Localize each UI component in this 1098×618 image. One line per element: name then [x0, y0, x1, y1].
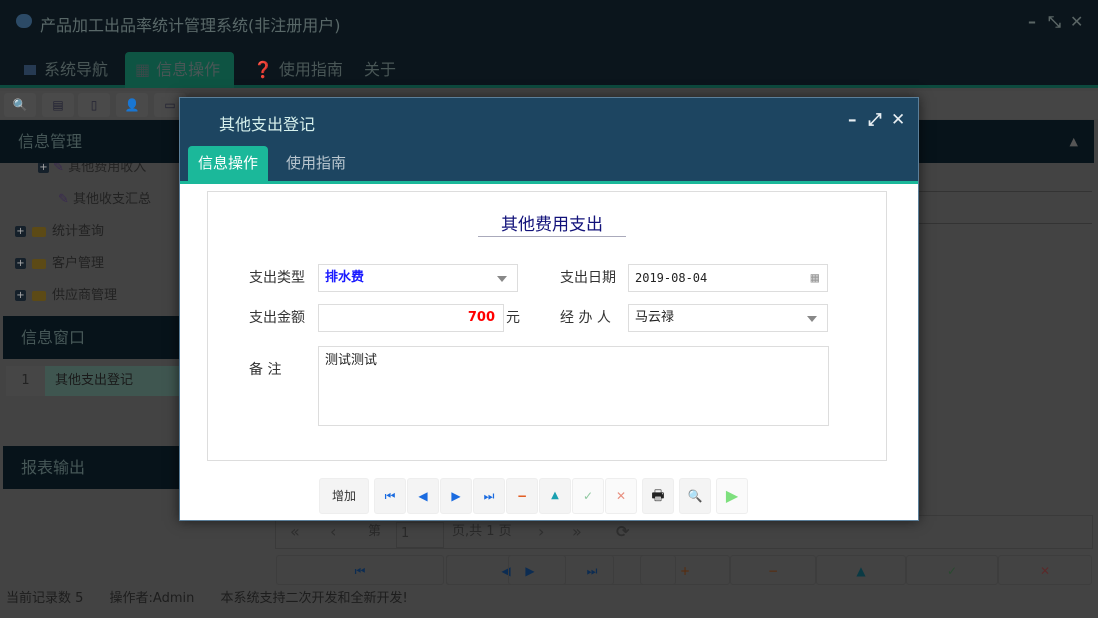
collapse-icon[interactable]: ▲	[1070, 120, 1078, 163]
app-title: 产品加工出品率统计管理系统(非注册用户)	[40, 12, 341, 36]
preview-button[interactable]: 🔍	[679, 478, 711, 514]
status-bar: 当前记录数 5 操作者:Admin 本系统支持二次开发和全新开发!	[0, 588, 1098, 618]
list-icon[interactable]: ▤	[42, 93, 74, 117]
tab-guide[interactable]: ❓使用指南	[243, 52, 353, 88]
tool-icon: ✎	[58, 192, 69, 207]
chevron-down-icon	[807, 316, 817, 322]
maximize-icon[interactable]: ⤢	[868, 110, 882, 130]
confirm-button[interactable]: ✓	[572, 478, 604, 514]
last-record-button[interactable]: ⏭	[473, 478, 505, 514]
first-record-button[interactable]: ⏮	[374, 478, 406, 514]
cancel-button[interactable]: ✕	[605, 478, 637, 514]
handler-label: 经 办 人	[560, 307, 611, 327]
dialog-tab-info-ops[interactable]: 信息操作	[188, 146, 268, 181]
status-note: 本系统支持二次开发和全新开发!	[221, 591, 408, 606]
divider	[919, 191, 1092, 192]
expand-icon: +	[15, 226, 26, 237]
add-button[interactable]: 增加	[319, 478, 369, 514]
amount-label: 支出金额	[249, 307, 305, 327]
folder-icon	[32, 291, 46, 301]
monitor-icon	[24, 65, 36, 75]
print-button[interactable]: 🖶	[642, 478, 674, 514]
right-panel-header: ▲	[919, 120, 1094, 163]
minimize-icon[interactable]: –	[1028, 12, 1036, 31]
form-box: 其他费用支出 支出类型 排水费 支出日期 2019-08-04 ▦ 支出金额 70…	[207, 191, 887, 461]
operator: 操作者:Admin	[110, 591, 195, 606]
handler-select[interactable]: 马云禄	[628, 304, 828, 332]
next-record-button[interactable]: ▶	[440, 478, 472, 514]
nav-bar: 系统导航 ▦信息操作 ❓使用指南 关于	[0, 44, 1098, 88]
chevron-down-icon	[497, 276, 507, 282]
divider	[919, 223, 1092, 224]
folder-icon	[32, 259, 46, 269]
bottom-add-button[interactable]: +	[640, 555, 730, 585]
expense-dialog: 其他支出登记 – ⤢ ✕ 信息操作 使用指南 其他费用支出 支出类型 排水费 支…	[179, 97, 919, 521]
panel-info-mgmt[interactable]: 信息管理	[0, 120, 180, 163]
title-bar: 产品加工出品率统计管理系统(非注册用户) – ⤡ ✕	[0, 0, 1098, 44]
help-icon: ❓	[253, 60, 273, 79]
type-label: 支出类型	[249, 267, 305, 287]
expand-icon: +	[38, 163, 49, 173]
page-input[interactable]: 1	[396, 522, 444, 548]
delete-button[interactable]: −	[506, 478, 538, 514]
tab-info-ops[interactable]: ▦信息操作	[125, 52, 234, 88]
expand-icon: +	[15, 258, 26, 269]
record-count: 当前记录数 5	[6, 591, 83, 606]
handler-value: 马云禄	[635, 310, 674, 325]
search-icon[interactable]: 🔍	[4, 93, 36, 117]
date-label: 支出日期	[560, 267, 616, 287]
date-value: 2019-08-04	[635, 271, 707, 285]
run-button[interactable]: ▶	[716, 478, 748, 514]
bottom-delete-button[interactable]: −	[730, 555, 816, 585]
bottom-up-button[interactable]: ▲	[816, 555, 906, 585]
app-logo-icon	[16, 14, 32, 28]
bottom-first-button[interactable]: ⏮	[276, 555, 444, 585]
type-select[interactable]: 排水费	[318, 264, 518, 292]
minimize-icon[interactable]: –	[848, 110, 857, 130]
user-icon[interactable]: 👤	[116, 93, 148, 117]
up-button[interactable]: ▲	[539, 478, 571, 514]
remark-textarea[interactable]: 测试测试	[318, 346, 829, 426]
bottom-confirm-button[interactable]: ✓	[906, 555, 998, 585]
type-value: 排水费	[325, 270, 364, 285]
tab-system-nav[interactable]: 系统导航	[14, 52, 118, 88]
close-icon[interactable]: ✕	[891, 110, 905, 130]
dialog-title: 其他支出登记	[219, 111, 315, 135]
panel-report[interactable]: 报表输出	[3, 446, 183, 489]
close-icon[interactable]: ✕	[1070, 12, 1083, 31]
dialog-tab-guide[interactable]: 使用指南	[276, 146, 356, 181]
tool-icon: ✎	[53, 163, 64, 175]
expand-icon: +	[15, 290, 26, 301]
panel-info-window[interactable]: 信息窗口	[3, 316, 183, 359]
prev-record-button[interactable]: ◀	[407, 478, 439, 514]
form-title: 其他费用支出	[478, 210, 626, 237]
restore-icon[interactable]: ⤡	[1048, 12, 1061, 32]
amount-unit: 元	[506, 307, 520, 327]
folder-icon	[32, 227, 46, 237]
window-row[interactable]: 1其他支出登记	[6, 366, 180, 396]
document-icon[interactable]: ▯	[78, 93, 110, 117]
amount-input[interactable]: 700	[318, 304, 504, 332]
date-input[interactable]: 2019-08-04 ▦	[628, 264, 828, 292]
tab-about[interactable]: 关于	[354, 52, 406, 88]
bottom-cancel-button[interactable]: ✕	[998, 555, 1092, 585]
grid-icon: ▦	[135, 60, 150, 79]
remark-label: 备 注	[249, 359, 281, 379]
calendar-icon[interactable]: ▦	[811, 265, 819, 291]
dialog-header: 其他支出登记 – ⤢ ✕ 信息操作 使用指南	[180, 98, 918, 184]
